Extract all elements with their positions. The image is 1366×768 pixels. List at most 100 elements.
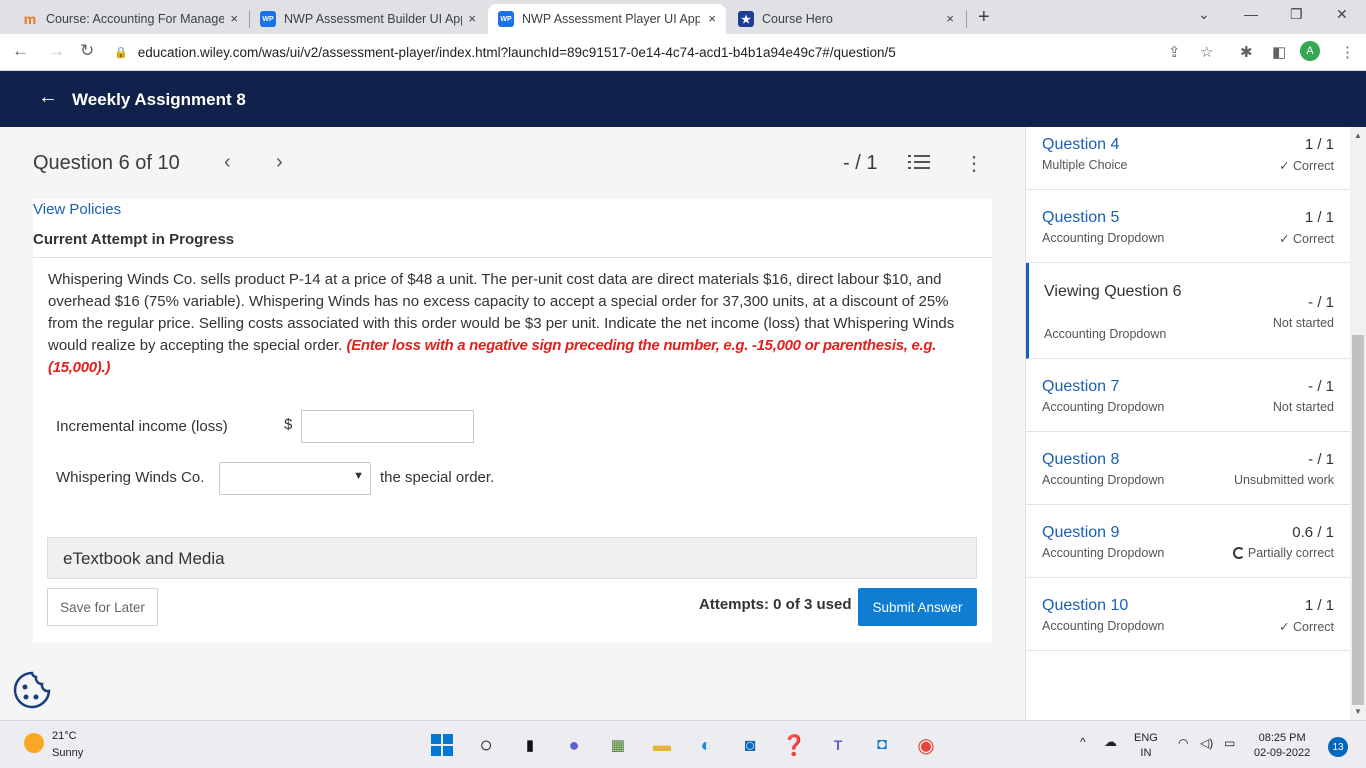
profile-avatar[interactable]: A <box>1300 41 1320 61</box>
file-explorer-icon[interactable]: ▬ <box>650 733 674 757</box>
tab-title: Course: Accounting For Managem <box>46 12 224 26</box>
cookie-settings-icon[interactable] <box>12 670 52 710</box>
divider <box>33 257 992 258</box>
item-score: - / 1 <box>1308 294 1334 311</box>
lang-code: ENG <box>1134 732 1158 744</box>
sun-icon[interactable] <box>24 733 44 753</box>
scroll-down-arrow-icon[interactable]: ▼ <box>1354 707 1362 716</box>
question-list-item[interactable]: Question 5 Accounting Dropdown 1 / 1 ✓ C… <box>1026 200 1351 263</box>
decision-dropdown[interactable]: ▼ <box>219 462 371 495</box>
new-tab-icon[interactable]: + <box>978 6 990 29</box>
lock-icon: 🔒 <box>114 46 128 59</box>
item-status: Partially correct <box>1247 546 1334 560</box>
onedrive-icon[interactable]: ☁ <box>1104 734 1117 749</box>
item-title: Question 5 <box>1042 209 1120 226</box>
question-list-icon[interactable] <box>908 153 930 171</box>
chrome-icon[interactable]: ◉ <box>914 733 938 757</box>
close-tab-icon[interactable]: × <box>708 11 716 26</box>
minimize-icon[interactable]: — <box>1244 6 1258 22</box>
clock[interactable]: 08:25 PM 02-09-2022 <box>1254 731 1310 761</box>
search-icon[interactable]: ○ <box>474 732 498 757</box>
extensions-puzzle-icon[interactable]: ✱ <box>1240 43 1253 61</box>
clock-date: 02-09-2022 <box>1254 747 1311 759</box>
reload-icon[interactable]: ↻ <box>80 41 94 61</box>
browser-menu-icon[interactable]: ⋮ <box>1340 43 1355 61</box>
restore-icon[interactable]: ❐ <box>1290 6 1303 23</box>
item-score: 1 / 1 <box>1304 209 1334 226</box>
view-policies-link[interactable]: View Policies <box>33 201 121 218</box>
item-type: Accounting Dropdown <box>1042 619 1165 633</box>
star-favicon-icon: ★ <box>738 11 754 27</box>
tray-chevron-icon[interactable]: ^ <box>1080 735 1086 750</box>
back-arrow-icon[interactable]: ← <box>12 41 29 61</box>
address-bar[interactable]: 🔒 education.wiley.com/was/ui/v2/assessme… <box>114 40 1214 64</box>
windows-start-icon[interactable] <box>430 733 454 757</box>
region-code: IN <box>1140 747 1152 759</box>
question-list-item-current[interactable]: Viewing Question 6 Accounting Dropdown -… <box>1026 263 1351 359</box>
save-for-later-button[interactable]: Save for Later <box>47 588 158 626</box>
volume-icon[interactable]: ◁) <box>1200 736 1213 751</box>
item-score: 0.6 / 1 <box>1292 524 1334 541</box>
outlook-icon[interactable]: ◘ <box>870 733 894 757</box>
previous-question-chevron-icon[interactable]: ‹ <box>224 151 231 174</box>
task-view-icon[interactable]: ▮ <box>518 733 542 757</box>
back-arrow-icon[interactable]: ← <box>38 86 58 109</box>
close-tab-icon[interactable]: × <box>946 11 954 26</box>
battery-icon[interactable]: ▭ <box>1224 736 1235 751</box>
item-type: Multiple Choice <box>1042 158 1128 172</box>
chat-icon[interactable]: ● <box>562 733 586 757</box>
wifi-icon[interactable]: ◠ <box>1178 736 1188 751</box>
tab-search-chevron-icon[interactable]: ⌄ <box>1198 6 1210 23</box>
question-list-item[interactable]: Question 9 Accounting Dropdown 0.6 / 1 P… <box>1026 505 1351 578</box>
incremental-income-input[interactable] <box>301 410 474 443</box>
item-status: Not started <box>1272 400 1334 414</box>
store-icon[interactable]: ▦ <box>606 733 630 757</box>
forward-arrow-icon[interactable]: → <box>48 41 65 61</box>
item-type: Accounting Dropdown <box>1042 473 1165 487</box>
item-title: Viewing Question 6 <box>1044 283 1182 300</box>
browser-tab-player[interactable]: WP NWP Assessment Player UI Appli × <box>488 4 726 34</box>
next-question-chevron-icon[interactable]: › <box>276 151 283 174</box>
browser-tab-course[interactable]: m Course: Accounting For Managem × <box>12 4 248 34</box>
item-type: Accounting Dropdown <box>1042 546 1165 560</box>
app-icon[interactable]: ◙ <box>738 733 762 757</box>
edge-browser-icon[interactable]: ◐ <box>694 733 718 757</box>
item-status-wrap: Partially correct <box>1232 546 1334 560</box>
close-tab-icon[interactable]: × <box>468 11 476 26</box>
scroll-up-arrow-icon[interactable]: ▲ <box>1354 131 1362 140</box>
item-type: Accounting Dropdown <box>1042 400 1165 414</box>
item-score: 1 / 1 <box>1304 597 1334 614</box>
teams-icon[interactable]: T <box>826 733 850 757</box>
language-indicator[interactable]: ENG IN <box>1134 731 1158 761</box>
question-list-item[interactable]: Question 10 Accounting Dropdown 1 / 1 ✓ … <box>1026 578 1351 651</box>
close-tab-icon[interactable]: × <box>230 11 238 26</box>
special-order-label: the special order. <box>380 469 495 486</box>
tab-title: NWP Assessment Player UI Appli <box>522 12 700 26</box>
submit-answer-button[interactable]: Submit Answer <box>858 588 977 626</box>
question-list-sidebar: Question 4 Multiple Choice 1 / 1 ✓ Corre… <box>1025 127 1351 720</box>
etextbook-label: eTextbook and Media <box>63 549 225 568</box>
share-icon[interactable]: ⇪ <box>1168 43 1181 61</box>
more-options-icon[interactable]: ⋮ <box>964 151 984 176</box>
tab-title: Course Hero <box>762 12 833 26</box>
item-status: Unsubmitted work <box>1233 473 1334 487</box>
browser-tab-strip: m Course: Accounting For Managem × WP NW… <box>0 0 1366 34</box>
question-list-item[interactable]: Question 8 Accounting Dropdown - / 1 Uns… <box>1026 432 1351 505</box>
question-list-item[interactable]: Question 4 Multiple Choice 1 / 1 ✓ Corre… <box>1026 127 1351 190</box>
question-list-item[interactable]: Question 7 Accounting Dropdown - / 1 Not… <box>1026 359 1351 432</box>
sidebar-scrollbar[interactable]: ▲ ▼ <box>1350 127 1366 720</box>
close-window-icon[interactable]: ✕ <box>1336 6 1348 23</box>
item-status: ✓ Correct <box>1279 620 1334 634</box>
browser-tab-builder[interactable]: WP NWP Assessment Builder UI Appl × <box>250 4 486 34</box>
notification-badge[interactable]: 13 <box>1328 737 1348 757</box>
help-icon[interactable]: ❓ <box>782 733 807 757</box>
windows-taskbar: 21°C Sunny ○ ▮ ● ▦ ▬ ◐ ◙ ❓ T ◘ ◉ ^ ☁ ENG… <box>0 720 1366 768</box>
item-status: Not started <box>1272 316 1334 330</box>
side-panel-icon[interactable]: ◧ <box>1272 43 1286 61</box>
scrollbar-thumb[interactable] <box>1352 335 1364 705</box>
bookmark-star-icon[interactable]: ☆ <box>1200 43 1213 61</box>
etextbook-panel[interactable]: eTextbook and Media <box>47 537 977 579</box>
assignment-title: Weekly Assignment 8 <box>72 90 246 109</box>
attempt-status: Current Attempt in Progress <box>33 231 235 248</box>
browser-tab-coursehero[interactable]: ★ Course Hero × <box>728 4 968 34</box>
